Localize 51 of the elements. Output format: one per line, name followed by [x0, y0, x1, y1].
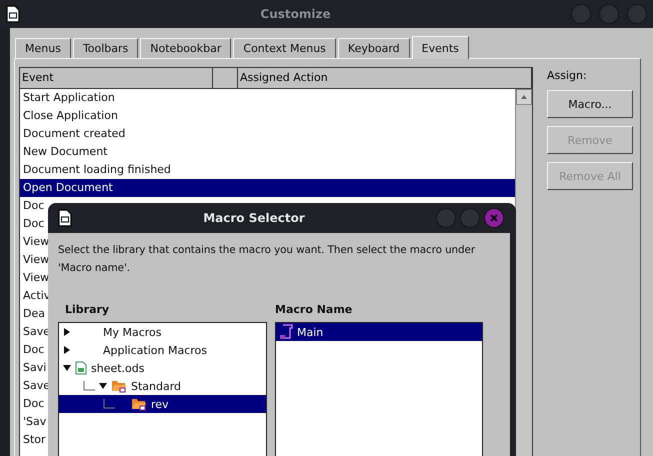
macro-list[interactable]: Main [275, 322, 483, 456]
tree-item[interactable]: My Macros [59, 323, 266, 341]
close-button[interactable] [484, 208, 504, 228]
collapse-arrow-icon[interactable] [63, 364, 71, 372]
tab[interactable]: Menus [15, 38, 71, 58]
tab[interactable]: Events [412, 36, 469, 59]
scroll-up-button[interactable] [516, 88, 532, 105]
assign-label: Assign: [547, 69, 588, 82]
spreadsheet-icon [75, 361, 87, 375]
expand-arrow-icon[interactable] [63, 346, 71, 354]
tab[interactable]: Notebookbar [140, 38, 232, 58]
tree-item-label: sheet.ods [91, 362, 144, 374]
document-icon [6, 5, 20, 23]
tree-item-label: Application Macros [103, 344, 207, 356]
column-header[interactable]: Event [20, 68, 213, 88]
tree-item[interactable]: Standard [59, 377, 266, 395]
library-label: Library [64, 303, 110, 316]
macro-name: Main [297, 326, 324, 338]
folder-icon [111, 379, 127, 393]
tree-line [103, 399, 115, 409]
macro-item[interactable]: Main [276, 323, 482, 341]
tree-line [83, 381, 95, 391]
tree-item[interactable]: sheet.ods [59, 359, 266, 377]
tree-item-label: My Macros [103, 326, 162, 338]
tree-item-label: Standard [131, 380, 182, 392]
dialog-title: Macro Selector [202, 211, 306, 225]
macro-name-label: Macro Name [275, 303, 354, 316]
document-icon [58, 209, 72, 227]
folder-icon [131, 397, 147, 411]
event-row[interactable]: Open Document [20, 178, 515, 197]
instructions-text: Select the library that contains the macro you want. Then select the macro under 'Macro name'. [58, 243, 476, 276]
tree-item-label: rev [151, 398, 169, 410]
event-row[interactable]: Document loading finished [20, 160, 515, 179]
action-button[interactable]: Macro... [547, 90, 633, 118]
tree-item[interactable]: rev [59, 395, 266, 413]
window-title: Customize [259, 7, 332, 21]
close-icon [490, 214, 498, 222]
expand-arrow-icon[interactable] [63, 328, 71, 336]
column-header[interactable]: Assigned Action [238, 68, 532, 88]
event-row[interactable]: Document created [20, 124, 515, 143]
up-arrow-icon [521, 94, 527, 99]
tab[interactable]: Keyboard [338, 38, 410, 58]
tree-item[interactable]: Application Macros [59, 341, 266, 359]
library-tree[interactable]: My Macros Application Macros sheet.ods Standard rev [58, 322, 267, 456]
script-icon [279, 324, 293, 340]
tab[interactable]: Context Menus [233, 38, 336, 58]
event-row[interactable]: Close Application [20, 106, 515, 125]
tab[interactable]: Toolbars [72, 38, 138, 58]
event-row[interactable]: Start Application [20, 88, 515, 107]
collapse-arrow-icon[interactable] [99, 382, 107, 390]
event-row[interactable]: New Document [20, 142, 515, 161]
